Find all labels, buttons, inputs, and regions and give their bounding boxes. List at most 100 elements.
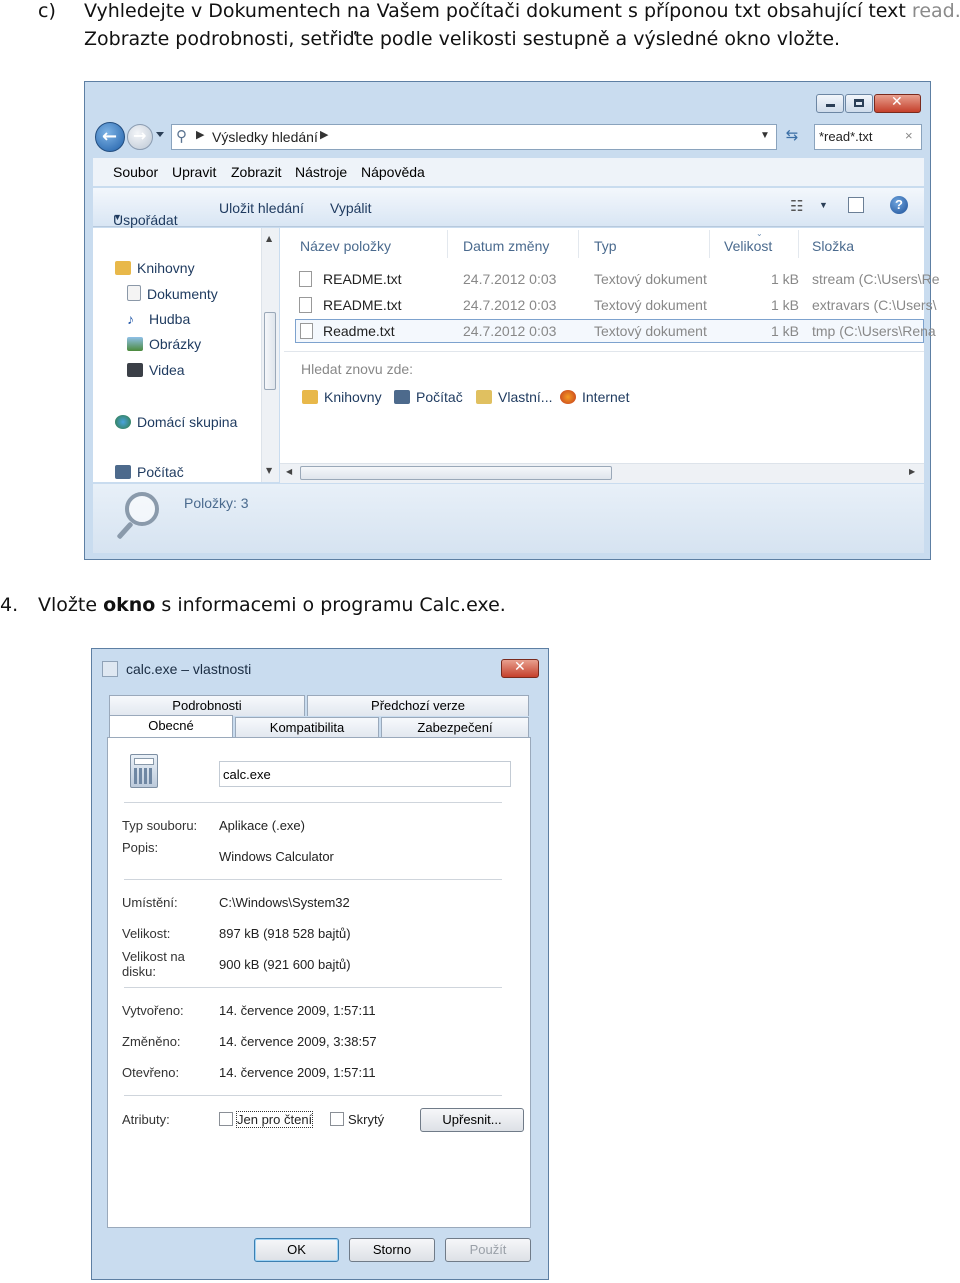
nav-music[interactable]: ♪ Hudba [127, 311, 190, 327]
tab-security[interactable]: Zabezpečení [381, 717, 529, 738]
size-value: 897 kB (918 528 bajtů) [219, 926, 351, 941]
scroll-down-icon[interactable]: ▼ [266, 466, 272, 475]
history-dropdown-icon[interactable] [156, 132, 164, 137]
readonly-checkbox[interactable]: Jen pro čtení [219, 1111, 314, 1128]
file-folder: stream (C:\Users\Re [812, 271, 940, 287]
column-divider[interactable] [578, 230, 579, 258]
file-type: Textový dokument [594, 271, 707, 287]
properties-dialog: calc.exe – vlastnosti ✕ Podrobnosti Před… [91, 648, 549, 1280]
column-divider[interactable] [709, 230, 710, 258]
file-folder: tmp (C:\Users\Rena [812, 323, 936, 339]
search-again-custom[interactable]: Vlastní... [476, 389, 552, 405]
close-icon: ✕ [514, 659, 526, 675]
search-again-internet[interactable]: Internet [560, 389, 629, 405]
file-row[interactable]: README.txt 24.7.2012 0:03 Textový dokume… [295, 294, 936, 318]
burn-button[interactable]: Vypálit [330, 200, 372, 216]
text-file-icon [299, 297, 312, 313]
nav-documents[interactable]: Dokumenty [127, 285, 218, 302]
refresh-icon[interactable]: ⇆ [780, 126, 804, 148]
column-folder[interactable]: Složka [812, 238, 854, 254]
scroll-left-icon[interactable]: ◀ [286, 467, 292, 476]
column-name[interactable]: Název položky [300, 238, 391, 254]
nav-pictures[interactable]: Obrázky [127, 336, 201, 352]
search-magnifier-handle [116, 521, 134, 540]
column-divider[interactable] [798, 230, 799, 258]
description-value: Windows Calculator [219, 849, 334, 864]
scroll-up-icon[interactable]: ▲ [266, 234, 272, 243]
text-file-icon [300, 323, 313, 339]
separator [124, 1095, 502, 1096]
address-bar[interactable]: ⚲ ▶ Výsledky hledání ▶ ▼ [171, 124, 777, 150]
size-on-disk-label-1: Velikost na [122, 949, 185, 964]
item-count: Položky: 3 [184, 495, 249, 511]
search-again-internet-label: Internet [582, 389, 630, 405]
search-location-icon: ⚲ [176, 128, 187, 145]
homegroup-icon [115, 415, 131, 429]
column-date[interactable]: Datum změny [463, 238, 549, 254]
dialog-app-icon [102, 661, 118, 677]
computer-icon [115, 465, 131, 479]
nav-libraries[interactable]: Knihovny [115, 260, 195, 276]
scroll-right-icon[interactable]: ▶ [909, 467, 915, 476]
explorer-window: ✕ ← → ⚲ ▶ Výsledky hledání ▶ ▼ ⇆ *read*.… [84, 81, 940, 560]
task-4-text: Vložte okno s informacemi o programu Cal… [38, 591, 506, 619]
search-input[interactable]: *read*.txt × [814, 124, 922, 150]
filename-field[interactable]: calc.exe [219, 761, 511, 787]
clear-search-icon[interactable]: × [905, 128, 913, 143]
minimize-button[interactable] [816, 94, 844, 113]
nav-homegroup[interactable]: Domácí skupina [115, 414, 237, 430]
nav-videos[interactable]: Videa [127, 362, 185, 378]
column-divider[interactable] [447, 230, 448, 258]
menu-napoveda[interactable]: Nápověda [361, 164, 425, 180]
menu-soubor[interactable]: Soubor [113, 164, 158, 180]
readonly-checkbox-box[interactable] [219, 1112, 233, 1126]
cancel-button[interactable]: Storno [349, 1238, 435, 1262]
file-type: Textový dokument [594, 297, 707, 313]
menu-zobrazit[interactable]: Zobrazit [231, 164, 282, 180]
maximize-button[interactable] [845, 94, 873, 113]
menu-upravit[interactable]: Upravit [172, 164, 216, 180]
nav-computer-label: Počítač [137, 464, 184, 480]
column-type[interactable]: Typ [594, 238, 617, 254]
accessed-value: 14. července 2009, 1:57:11 [219, 1065, 376, 1080]
view-dropdown-icon[interactable]: ▼ [819, 200, 828, 210]
task-c-line-1: Vyhledejte v Dokumentech na Vašem počíta… [84, 0, 960, 25]
file-name: README.txt [323, 271, 402, 287]
task-c-line-2: Zobrazte podrobnosti, setřiďte podle vel… [84, 28, 841, 50]
view-options-icon[interactable]: ☷ [790, 197, 803, 215]
address-dropdown-icon[interactable]: ▼ [760, 130, 770, 141]
tab-details[interactable]: Podrobnosti [109, 695, 305, 716]
task-c-line-1-text: Vyhledejte v Dokumentech na Vašem počíta… [84, 0, 906, 22]
tab-compatibility[interactable]: Kompatibilita [235, 717, 379, 738]
nav-scroll-thumb[interactable] [264, 312, 276, 390]
advanced-button[interactable]: Upřesnit... [420, 1108, 524, 1132]
file-row[interactable]: README.txt 24.7.2012 0:03 Textový dokume… [295, 268, 940, 292]
file-row[interactable]: Readme.txt 24.7.2012 0:03 Textový dokume… [295, 319, 936, 343]
nav-computer[interactable]: Počítač [115, 464, 184, 480]
hidden-checkbox-box[interactable] [330, 1112, 344, 1126]
ok-button[interactable]: OK [254, 1238, 339, 1262]
back-button[interactable]: ← [95, 122, 125, 152]
hidden-checkbox[interactable]: Skrytý [330, 1112, 384, 1127]
horizontal-scrollbar[interactable]: ◀ ▶ [280, 463, 924, 483]
nav-scrollbar[interactable]: ▲ ▼ [261, 228, 279, 482]
back-arrow-icon: ← [102, 126, 118, 147]
apply-button[interactable]: Použít [445, 1238, 531, 1262]
size-on-disk-label-2: disku: [122, 964, 156, 979]
tab-previous-versions[interactable]: Předchozí verze [307, 695, 529, 716]
horizontal-scroll-thumb[interactable] [300, 466, 612, 480]
menu-nastroje[interactable]: Nástroje [295, 164, 347, 180]
nav-libraries-label: Knihovny [137, 260, 195, 276]
help-icon[interactable]: ? [890, 196, 908, 214]
file-date: 24.7.2012 0:03 [463, 297, 557, 313]
forward-button[interactable]: → [127, 124, 153, 150]
libraries-icon [302, 390, 318, 404]
search-again-computer[interactable]: Počítač [394, 389, 463, 405]
dialog-close-button[interactable]: ✕ [501, 659, 539, 678]
tab-general[interactable]: Obecné [109, 715, 233, 739]
close-button[interactable]: ✕ [874, 94, 921, 113]
save-search-button[interactable]: Uložit hledání [219, 200, 304, 216]
column-size[interactable]: Velikost [724, 238, 772, 254]
search-again-libraries[interactable]: Knihovny [302, 389, 382, 405]
preview-pane-icon[interactable] [848, 197, 864, 213]
